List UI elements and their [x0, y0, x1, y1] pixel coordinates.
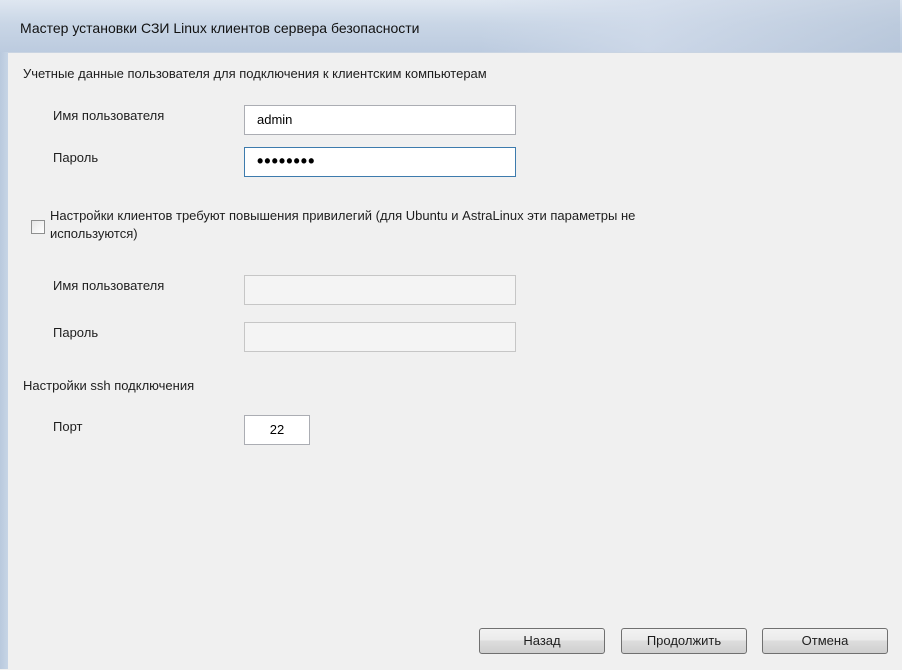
installer-window: Мастер установки СЗИ Linux клиентов серв… — [0, 0, 902, 670]
wizard-content: Учетные данные пользователя для подключе… — [8, 52, 902, 670]
priv-password-input[interactable] — [244, 322, 516, 352]
priv-username-input[interactable] — [244, 275, 516, 305]
title-bar: Мастер установки СЗИ Linux клиентов серв… — [0, 0, 902, 52]
cancel-button[interactable]: Отмена — [762, 628, 888, 654]
credentials-section-title: Учетные данные пользователя для подключе… — [23, 66, 487, 81]
priv-password-label: Пароль — [53, 325, 99, 340]
username-input[interactable]: admin — [244, 105, 516, 135]
back-button[interactable]: Назад — [479, 628, 605, 654]
priv-username-label: Имя пользователя — [53, 278, 165, 293]
elevate-privileges-label-line1: Настройки клиентов требуют повышения при… — [50, 208, 636, 223]
elevate-privileges-checkbox[interactable] — [31, 220, 45, 234]
window-title: Мастер установки СЗИ Linux клиентов серв… — [20, 20, 420, 36]
port-input[interactable]: 22 — [244, 415, 310, 445]
title-bar-glass — [480, 0, 900, 52]
ssh-section-title: Настройки ssh подключения — [23, 378, 195, 393]
window-frame-left — [0, 52, 8, 669]
continue-button[interactable]: Продолжить — [621, 628, 747, 654]
username-label: Имя пользователя — [53, 108, 165, 123]
password-label: Пароль — [53, 150, 99, 165]
password-input[interactable]: •••••••• — [244, 147, 516, 177]
port-label: Порт — [53, 419, 83, 434]
elevate-privileges-label-line2: используются) — [50, 226, 138, 241]
